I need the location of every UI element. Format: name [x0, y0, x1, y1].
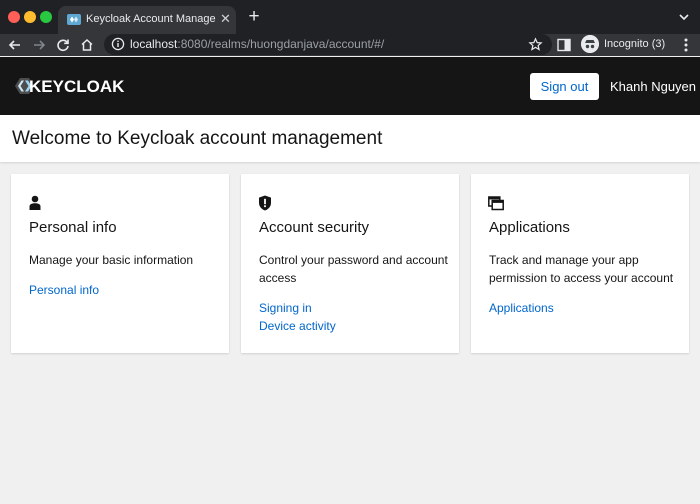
applications-link[interactable]: Applications [489, 299, 554, 317]
side-panel-icon[interactable] [557, 38, 571, 52]
close-tab-icon[interactable]: ✕ [220, 11, 231, 27]
reload-icon[interactable] [55, 37, 71, 53]
card-applications: Applications Track and manage your app p… [471, 174, 689, 353]
device-activity-link[interactable]: Device activity [259, 317, 336, 335]
card-description: Control your password and account access [259, 253, 448, 285]
keycloak-logo[interactable]: KEYCLOAK [14, 74, 130, 98]
incognito-label[interactable]: Incognito (3) [604, 38, 665, 50]
incognito-icon[interactable] [581, 35, 599, 53]
shield-icon [259, 195, 271, 211]
url-text[interactable]: localhost:8080/realms/huongdanjava/accou… [130, 37, 384, 51]
new-tab-button[interactable]: + [244, 6, 264, 28]
tab-title: Keycloak Account Management [86, 13, 216, 25]
personal-info-link[interactable]: Personal info [29, 281, 99, 299]
maximize-window-button[interactable] [40, 11, 52, 23]
keycloak-header: KEYCLOAK Sign out Khanh Nguyen [0, 57, 700, 115]
back-arrow-icon[interactable] [7, 37, 23, 53]
page-title: Welcome to Keycloak account management [12, 128, 383, 149]
browser-toolbar: localhost:8080/realms/huongdanjava/accou… [0, 34, 700, 56]
browser-tab[interactable]: Keycloak Account Management ✕ [58, 6, 236, 34]
home-icon[interactable] [79, 37, 95, 53]
card-description: Manage your basic information [29, 253, 194, 267]
bookmark-star-icon[interactable] [528, 37, 543, 52]
address-bar[interactable]: localhost:8080/realms/huongdanjava/accou… [104, 34, 552, 55]
chevron-down-icon[interactable] [676, 9, 692, 25]
url-path: :8080/realms/huongdanjava/account/#/ [177, 37, 385, 51]
forward-arrow-icon[interactable] [31, 37, 47, 53]
close-window-button[interactable] [8, 11, 20, 23]
applications-icon [488, 196, 504, 211]
card-title: Personal info [29, 219, 117, 236]
page-title-bar: Welcome to Keycloak account management [0, 115, 700, 162]
card-links: Personal info [29, 281, 99, 299]
card-links: Signing in Device activity [259, 299, 336, 335]
browser-tab-strip: Keycloak Account Management ✕ + [0, 0, 700, 34]
card-personal-info: Personal info Manage your basic informat… [11, 174, 229, 353]
sign-out-button[interactable]: Sign out [530, 73, 599, 100]
minimize-window-button[interactable] [24, 11, 36, 23]
card-links: Applications [489, 299, 554, 317]
url-host: localhost [130, 37, 178, 51]
card-title: Applications [489, 219, 570, 236]
signing-in-link[interactable]: Signing in [259, 299, 336, 317]
more-menu-icon[interactable] [681, 37, 691, 53]
logo-wordmark: KEYCLOAK [29, 77, 125, 96]
user-name[interactable]: Khanh Nguyen [610, 79, 696, 94]
card-description: Track and manage your app permission to … [489, 253, 674, 285]
card-account-security: Account security Control your password a… [241, 174, 459, 353]
keycloak-favicon-icon [67, 14, 81, 25]
site-info-icon[interactable] [111, 37, 125, 51]
user-icon [29, 195, 41, 210]
card-title: Account security [259, 219, 370, 236]
